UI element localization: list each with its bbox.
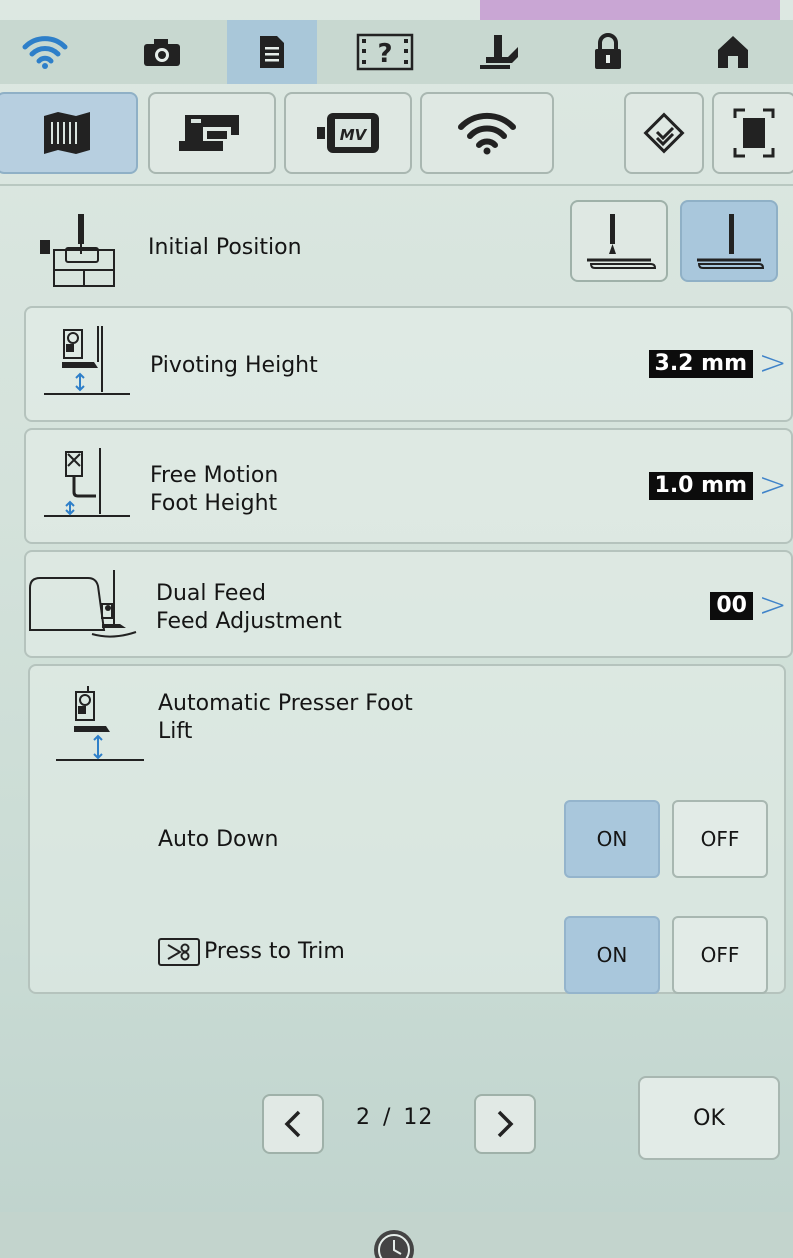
document-icon bbox=[260, 36, 284, 68]
auto-down-label: Auto Down bbox=[158, 827, 279, 852]
dual-feed-foot-icon bbox=[29, 570, 137, 638]
tab-wireless[interactable] bbox=[420, 92, 554, 174]
auto-down-on-button[interactable]: ON bbox=[564, 800, 660, 878]
dual-feed-label-line1: Dual Feed bbox=[156, 581, 266, 606]
free-motion-foot-icon bbox=[44, 448, 130, 517]
auto-down-off-button[interactable]: OFF bbox=[672, 800, 768, 878]
divider bbox=[0, 184, 793, 186]
chevron-right-icon bbox=[497, 1110, 514, 1138]
free-motion-label-line1: Free Motion bbox=[150, 463, 279, 488]
category-tabs: MV bbox=[0, 84, 793, 180]
needle-down-icon bbox=[697, 214, 765, 269]
needle-up-icon bbox=[587, 214, 657, 269]
camera-button[interactable] bbox=[117, 20, 207, 84]
chevron-left-icon bbox=[284, 1110, 301, 1138]
pivoting-height-row[interactable]: Pivoting Height 3.2 mm > bbox=[24, 306, 793, 422]
chevron-right-icon: > bbox=[758, 343, 788, 383]
page-current: 2 bbox=[356, 1105, 371, 1130]
home-icon bbox=[718, 36, 748, 68]
free-motion-label-line2: Foot Height bbox=[150, 491, 278, 516]
needle-position-icon bbox=[40, 214, 115, 287]
tab-sewing-settings[interactable] bbox=[0, 92, 138, 174]
home-button[interactable] bbox=[688, 20, 778, 84]
previous-page-button[interactable] bbox=[262, 1094, 324, 1154]
pivot-foot-icon bbox=[44, 326, 130, 395]
next-page-button[interactable] bbox=[474, 1094, 536, 1154]
needle-down-button[interactable] bbox=[680, 200, 778, 282]
tab-machine[interactable] bbox=[148, 92, 276, 174]
eco-mode-icon bbox=[643, 112, 685, 154]
background-edge bbox=[480, 0, 780, 20]
embroidery-frame-icon: MV bbox=[317, 113, 379, 153]
pivoting-height-value: 3.2 mm bbox=[648, 350, 753, 378]
press-to-trim-off-button[interactable]: OFF bbox=[672, 916, 768, 994]
scissors-icon bbox=[158, 938, 200, 966]
ok-button[interactable]: OK bbox=[638, 1076, 780, 1160]
settings-document-button[interactable] bbox=[227, 20, 317, 84]
press-to-trim-on-button[interactable]: ON bbox=[564, 916, 660, 994]
page-total: 12 bbox=[403, 1105, 434, 1130]
svg-text:?: ? bbox=[377, 39, 392, 69]
chevron-right-icon: > bbox=[758, 465, 788, 505]
svg-text:MV: MV bbox=[340, 126, 368, 144]
press-to-trim-label: Press to Trim bbox=[204, 939, 345, 964]
tab-eco-mode[interactable] bbox=[624, 92, 704, 174]
dual-feed-label-line2: Feed Adjustment bbox=[156, 609, 342, 634]
machine-icon bbox=[179, 115, 239, 151]
dual-feed-row[interactable]: Dual Feed Feed Adjustment 00 > bbox=[24, 550, 793, 658]
auto-presser-foot-lift-panel: Automatic Presser Foot Lift Auto Down ON… bbox=[28, 664, 786, 994]
help-icon: ? bbox=[356, 33, 414, 71]
wifi-icon bbox=[458, 112, 516, 155]
help-button[interactable]: ? bbox=[340, 20, 430, 84]
needle-up-button[interactable] bbox=[570, 200, 668, 282]
presser-foot-icon bbox=[480, 35, 518, 69]
settings-screen: ? MV Initial Position Pivoting Height 3.… bbox=[0, 0, 793, 1258]
presser-foot-button[interactable] bbox=[455, 20, 545, 84]
initial-position-label: Initial Position bbox=[148, 235, 302, 260]
top-bar: ? bbox=[0, 20, 793, 84]
wifi-status-button[interactable] bbox=[0, 20, 90, 84]
sewing-settings-icon bbox=[44, 112, 90, 154]
press-to-trim-label-group: Press to Trim bbox=[158, 938, 345, 966]
camera-icon bbox=[144, 39, 180, 66]
lock-button[interactable] bbox=[563, 20, 653, 84]
pivoting-height-label: Pivoting Height bbox=[150, 353, 318, 378]
free-motion-value: 1.0 mm bbox=[648, 472, 753, 500]
wifi-icon bbox=[22, 36, 68, 69]
clock-icon[interactable] bbox=[374, 1230, 414, 1258]
auto-lift-foot-icon bbox=[56, 686, 144, 761]
tab-embroidery[interactable]: MV bbox=[284, 92, 412, 174]
screen-icon bbox=[733, 108, 775, 158]
dual-feed-value: 00 bbox=[710, 592, 753, 620]
chevron-right-icon: > bbox=[758, 585, 788, 625]
tab-screen[interactable] bbox=[712, 92, 793, 174]
page-separator: / bbox=[383, 1105, 392, 1130]
auto-lift-label-line1: Automatic Presser Foot bbox=[158, 691, 413, 716]
page-indicator: 2 / 12 bbox=[356, 1105, 433, 1130]
auto-lift-label-line2: Lift bbox=[158, 719, 193, 744]
free-motion-foot-height-row[interactable]: Free Motion Foot Height 1.0 mm > bbox=[24, 428, 793, 544]
lock-icon bbox=[595, 33, 621, 69]
